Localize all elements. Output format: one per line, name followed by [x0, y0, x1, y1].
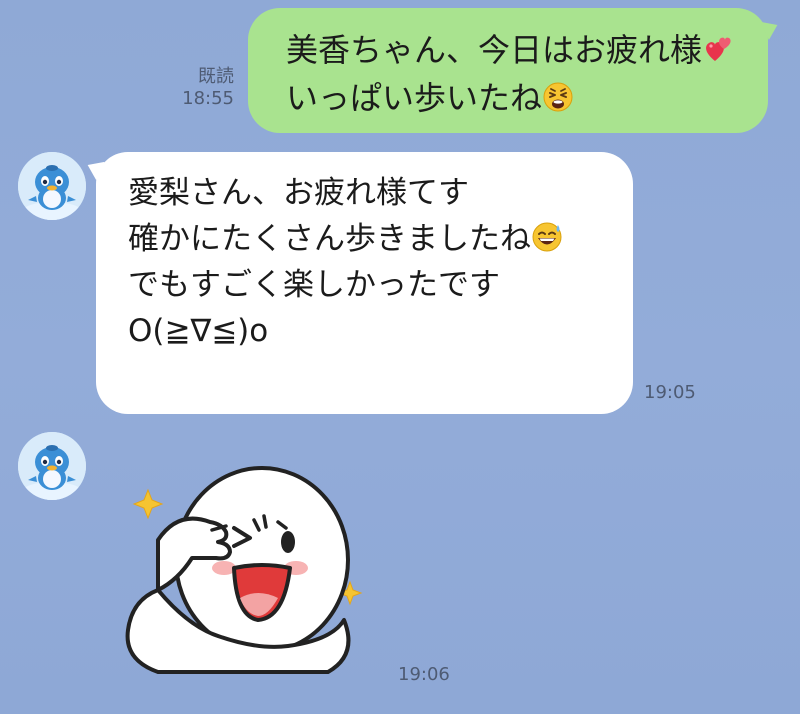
bubble-tail — [760, 15, 782, 41]
contact-avatar[interactable] — [18, 432, 86, 500]
weary-face-icon — [543, 82, 573, 112]
incoming-message-bubble[interactable]: 愛梨さん、お疲れ様てす 確かにたくさん歩きましたね でもすごく楽しかったです O… — [83, 152, 633, 414]
message-text: O(≧∇≦)o — [128, 313, 269, 349]
incoming-time: 19:05 — [644, 382, 696, 403]
message-line: でもすごく楽しかったです — [128, 262, 603, 308]
message-line: 愛梨さん、お疲れ様てす — [128, 170, 603, 216]
penguin-avatar-icon — [18, 152, 86, 220]
outgoing-message-bubble[interactable]: 美香ちゃん、今日はお疲れ様 いっぱい歩いたね — [248, 8, 782, 133]
contact-avatar[interactable] — [18, 152, 86, 220]
penguin-avatar-icon — [18, 432, 86, 500]
message-text: いっぱい歩いたね — [286, 79, 543, 117]
outgoing-meta: 既読 18:55 — [182, 66, 234, 110]
message-text: 確かにたくさん歩きましたね — [128, 221, 531, 257]
message-text: 愛梨さん、お疲れ様てす — [128, 175, 469, 211]
message-text: 美香ちゃん、今日はお疲れ様 — [286, 31, 703, 69]
chat-area[interactable]: 既読 18:55 美香ちゃん、今日はお疲れ様 いっぱい歩いたね 愛梨さん、お疲れ… — [0, 0, 800, 714]
grinning-sweat-icon — [532, 222, 562, 252]
read-status: 既読 — [198, 66, 234, 87]
message-line: O(≧∇≦)o — [128, 308, 603, 354]
sticker-character-icon — [125, 466, 363, 674]
two-hearts-icon — [706, 37, 731, 61]
sticker-time: 19:06 — [398, 664, 450, 685]
bubble-tail — [83, 155, 105, 181]
sticker-message[interactable] — [118, 450, 378, 690]
message-line: いっぱい歩いたね — [286, 74, 742, 122]
message-text: でもすごく楽しかったです — [128, 267, 500, 303]
message-line: 確かにたくさん歩きましたね — [128, 216, 603, 262]
message-line: 美香ちゃん、今日はお疲れ様 — [286, 26, 742, 74]
outgoing-time: 18:55 — [182, 88, 234, 109]
